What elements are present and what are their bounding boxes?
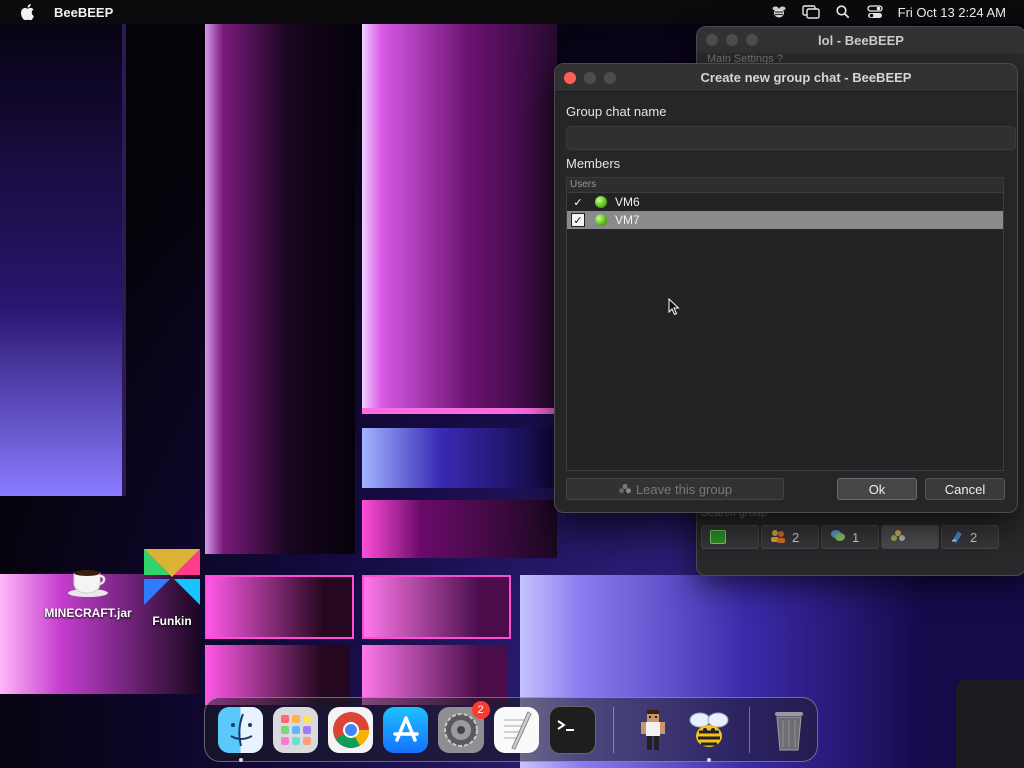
dock-item-finder[interactable] bbox=[218, 706, 264, 762]
users-column-header[interactable]: Users bbox=[567, 178, 1003, 193]
members-label: Members bbox=[566, 156, 621, 171]
group-icon bbox=[890, 529, 906, 546]
main-window-tabs: 2 1 2 bbox=[701, 525, 999, 549]
textedit-icon bbox=[498, 710, 534, 750]
leave-group-label: Leave this group bbox=[635, 481, 733, 497]
menu-bar: BeeBEEP Fri Oct 13 2:24 AM bbox=[0, 0, 1024, 24]
group-chat-name-label: Group chat name bbox=[566, 104, 667, 119]
member-name: VM7 bbox=[615, 213, 640, 227]
dock-separator bbox=[748, 706, 750, 753]
mouse-cursor-icon bbox=[668, 297, 680, 321]
terminal-icon bbox=[554, 715, 590, 745]
minecraft-character-icon bbox=[638, 708, 668, 752]
running-indicator bbox=[239, 757, 243, 762]
leave-group-button[interactable]: Leave this group bbox=[566, 478, 784, 500]
tab-chat[interactable] bbox=[701, 525, 759, 549]
desktop-icon-minecraft-jar[interactable]: MINECRAFT.jar bbox=[40, 556, 136, 620]
screen-mirroring-icon[interactable] bbox=[801, 4, 820, 20]
desktop-icon-label: MINECRAFT.jar bbox=[44, 606, 132, 620]
launchpad-icon bbox=[278, 712, 314, 748]
dock-item-chrome[interactable] bbox=[328, 706, 374, 753]
spotlight-search-icon[interactable] bbox=[834, 4, 852, 20]
member-checkbox[interactable]: ✓ bbox=[571, 213, 585, 227]
users-icon bbox=[770, 529, 786, 546]
file-share-icon bbox=[950, 529, 964, 546]
member-row-vm7[interactable]: ✓ VM7 bbox=[567, 211, 1003, 229]
finder-icon bbox=[221, 710, 261, 750]
dock-item-app-store[interactable] bbox=[383, 706, 429, 753]
tab-files[interactable]: 2 bbox=[941, 525, 999, 549]
dock: 2 bbox=[204, 697, 818, 762]
dock-item-system-settings[interactable]: 2 bbox=[438, 700, 490, 753]
dock-item-launchpad[interactable] bbox=[273, 706, 319, 753]
dock-item-terminal[interactable] bbox=[548, 705, 596, 754]
create-group-chat-dialog[interactable]: Create new group chat - BeeBEEP Group ch… bbox=[554, 63, 1018, 513]
running-indicator bbox=[706, 757, 711, 762]
apple-icon[interactable] bbox=[18, 2, 38, 22]
dialog-title: Create new group chat - BeeBEEP bbox=[700, 70, 912, 85]
tab-groups[interactable] bbox=[881, 525, 939, 549]
tab-users[interactable]: 2 bbox=[761, 525, 819, 549]
dock-item-trash[interactable] bbox=[767, 707, 812, 753]
java-coffee-icon bbox=[40, 556, 136, 602]
member-checkbox[interactable]: ✓ bbox=[571, 195, 585, 209]
online-status-icon bbox=[595, 214, 607, 226]
tab-chats-count: 1 bbox=[852, 529, 860, 545]
trash-icon bbox=[773, 708, 805, 752]
chrome-icon bbox=[331, 710, 371, 750]
desktop-icon-funkin[interactable]: Funkin bbox=[138, 544, 206, 628]
tab-files-count: 2 bbox=[970, 529, 978, 545]
group-icon bbox=[618, 483, 632, 495]
dock-separator bbox=[612, 706, 614, 753]
member-name: VM6 bbox=[615, 195, 640, 209]
app-store-icon bbox=[389, 713, 423, 747]
member-row-vm6[interactable]: ✓ VM6 bbox=[567, 193, 1003, 211]
main-window-titlebar[interactable]: lol - BeeBEEP bbox=[697, 27, 1024, 53]
dialog-titlebar[interactable]: Create new group chat - BeeBEEP bbox=[555, 64, 1017, 92]
desktop-icon-label: Funkin bbox=[152, 614, 192, 628]
dock-item-textedit[interactable] bbox=[493, 706, 539, 753]
bee-icon bbox=[686, 708, 732, 752]
menu-bar-clock[interactable]: Fri Oct 13 2:24 AM bbox=[898, 5, 1006, 20]
beebeep-status-icon[interactable] bbox=[770, 4, 788, 20]
tab-chats[interactable]: 1 bbox=[821, 525, 879, 549]
dock-item-beebeep[interactable] bbox=[686, 707, 732, 762]
ok-button[interactable]: Ok bbox=[837, 478, 917, 500]
group-chat-name-input[interactable] bbox=[566, 126, 1016, 150]
chat-bubbles-icon bbox=[830, 529, 846, 546]
control-center-icon[interactable] bbox=[866, 4, 884, 20]
active-app-name[interactable]: BeeBEEP bbox=[54, 5, 113, 20]
cancel-button[interactable]: Cancel bbox=[925, 478, 1005, 500]
online-status-icon bbox=[595, 196, 607, 208]
funkin-icon bbox=[138, 544, 206, 610]
chat-green-icon bbox=[710, 530, 726, 544]
tab-users-count: 2 bbox=[792, 529, 800, 545]
members-list[interactable]: Users ✓ VM6 ✓ VM7 bbox=[566, 177, 1004, 471]
notification-badge: 2 bbox=[471, 700, 490, 719]
main-window-title: lol - BeeBEEP bbox=[818, 32, 904, 48]
dock-item-minecraft[interactable] bbox=[631, 707, 676, 753]
